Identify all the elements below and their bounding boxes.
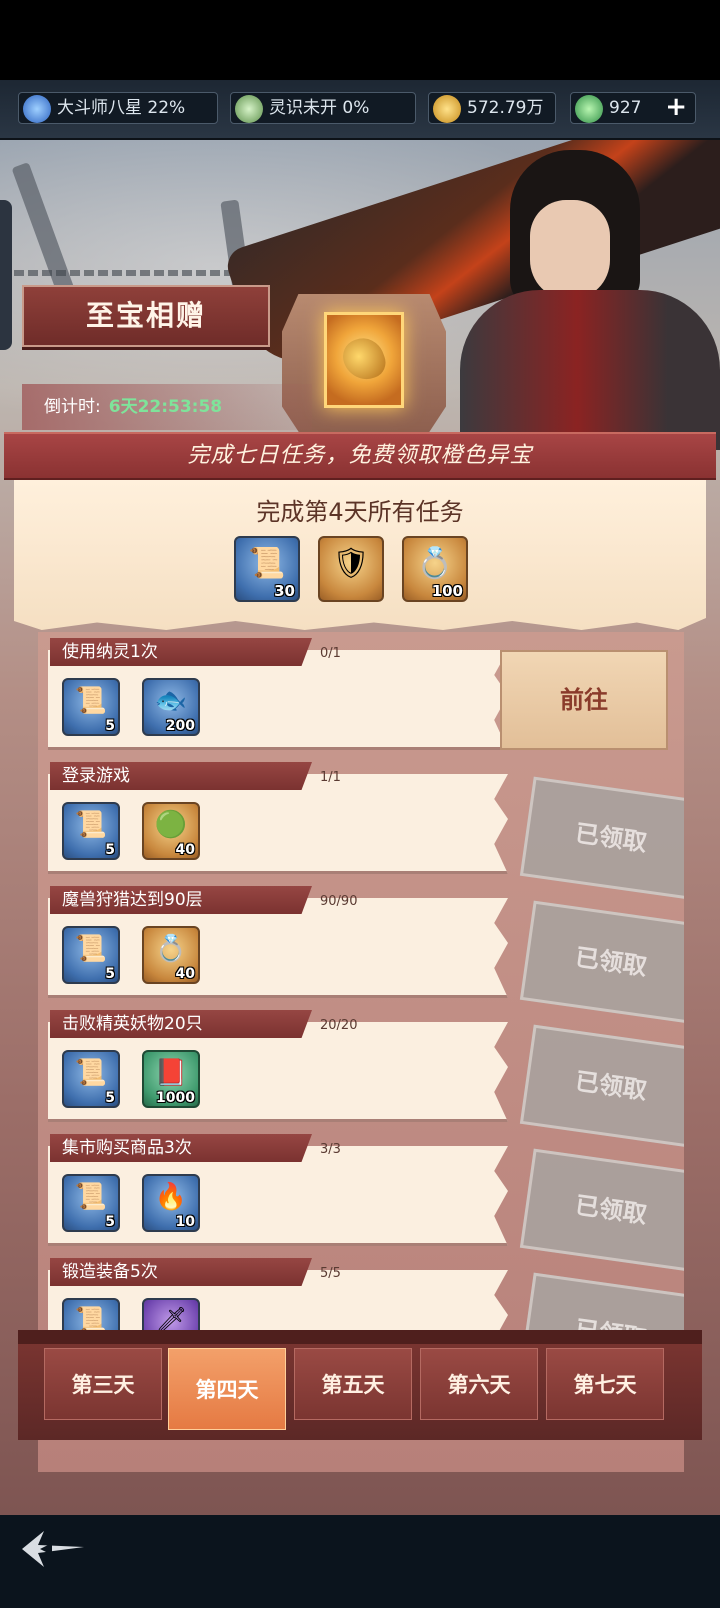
spirit-swirl-icon: [235, 95, 263, 123]
reward-count: 40: [175, 966, 195, 982]
task-progress: 3/3: [320, 1142, 341, 1157]
orange-artifact-icon: 🛡: [331, 546, 371, 581]
reward-count: 100: [431, 582, 463, 600]
scroll-icon: 📜: [74, 810, 108, 840]
reward-item-scroll[interactable]: 📜 30: [234, 536, 300, 602]
tab-day-6[interactable]: 第六天: [420, 1348, 538, 1420]
task-reward[interactable]: 🐟 200: [142, 678, 200, 736]
hero-portrait: [440, 140, 720, 450]
reward-count: 200: [165, 718, 195, 734]
task-name: 使用纳灵1次: [50, 638, 312, 666]
task-progress: 20/20: [320, 1018, 358, 1033]
tab-day-4[interactable]: 第四天: [168, 1348, 286, 1430]
pink-ring-icon: 💍: [154, 934, 188, 964]
countdown: 倒计时: 6天22:53:58: [22, 384, 312, 430]
tab-day-3[interactable]: 第三天: [44, 1348, 162, 1420]
blue-flame-icon: 🔥: [154, 1182, 188, 1212]
reward-count: 5: [105, 842, 115, 858]
bottom-bar: [0, 1515, 720, 1608]
task-progress: 0/1: [320, 646, 341, 661]
task-row: 集市购买商品3次 3/3 📜 5 🔥 10 已领取: [48, 1134, 684, 1272]
reward-count: 5: [105, 966, 115, 982]
jade-gem-icon: [575, 95, 603, 123]
task-reward[interactable]: 📜 5: [62, 1050, 120, 1108]
task-reward[interactable]: 📜 5: [62, 1174, 120, 1232]
tab-day-7[interactable]: 第七天: [546, 1348, 664, 1420]
gold-text: 572.79万: [467, 98, 544, 118]
event-scene: 至宝相赠 倒计时: 6天22:53:58 完成七日任务，免费领取橙色异宝 完成第4…: [0, 140, 720, 1515]
reward-count: 40: [175, 842, 195, 858]
task-reward[interactable]: 🔥 10: [142, 1174, 200, 1232]
task-name: 集市购买商品3次: [50, 1134, 312, 1162]
add-gems-button[interactable]: +: [665, 92, 687, 122]
event-ribbon: 完成七日任务，免费领取橙色异宝: [4, 432, 716, 480]
event-title: 至宝相赠: [22, 285, 270, 347]
reward-count: 5: [105, 1214, 115, 1230]
jade-ring-icon: 🟢: [154, 810, 188, 840]
claimed-stamp: 已领取: [519, 1024, 684, 1148]
countdown-value: 6天22:53:58: [108, 397, 223, 417]
task-reward[interactable]: 💍 40: [142, 926, 200, 984]
task-progress: 90/90: [320, 894, 358, 909]
side-drawer-handle[interactable]: [0, 200, 12, 350]
reward-count: 30: [274, 582, 295, 600]
task-row: 魔兽狩猎达到90层 90/90 📜 5 💍 40 已领取: [48, 886, 684, 1024]
day-reward-title: 完成第4天所有任务: [256, 498, 464, 526]
task-reward[interactable]: 📜 5: [62, 926, 120, 984]
task-reward[interactable]: 📜 5: [62, 678, 120, 736]
hero-armor: [460, 290, 720, 450]
task-row: 使用纳灵1次 0/1 📜 5 🐟 200 前往: [48, 638, 668, 750]
spirit-text: 灵识未开 0%: [269, 98, 370, 118]
scroll-icon: 📜: [74, 1182, 108, 1212]
reward-count: 1000: [156, 1090, 195, 1106]
resource-bar: 大斗师八星 22% 灵识未开 0% 572.79万 927 +: [0, 80, 720, 140]
back-icon[interactable]: [18, 1527, 88, 1571]
scroll-icon: 📜: [74, 934, 108, 964]
task-row: 击败精英妖物20只 20/20 📜 5 📕 1000 已领取: [48, 1010, 684, 1148]
scroll-icon: 📜: [248, 546, 286, 581]
reward-item-ring[interactable]: 💍 100: [402, 536, 468, 602]
goto-button[interactable]: 前往: [500, 650, 668, 750]
task-reward[interactable]: 📜 5: [62, 802, 120, 860]
tab-day-5[interactable]: 第五天: [294, 1348, 412, 1420]
gold-stat[interactable]: 572.79万: [428, 92, 556, 124]
task-name: 登录游戏: [50, 762, 312, 790]
task-name: 锻造装备5次: [50, 1258, 312, 1286]
gem-text: 927: [609, 98, 642, 118]
rank-stat[interactable]: 大斗师八星 22%: [18, 92, 218, 124]
task-name: 魔兽狩猎达到90层: [50, 886, 312, 914]
gem-stat[interactable]: 927 +: [570, 92, 696, 124]
top-margin: [0, 0, 720, 80]
task-reward[interactable]: 📕 1000: [142, 1050, 200, 1108]
task-progress: 5/5: [320, 1266, 341, 1281]
spirit-stat[interactable]: 灵识未开 0%: [230, 92, 416, 124]
hero-face: [530, 200, 610, 300]
crystal-fish-icon: 🐟: [154, 686, 188, 716]
reward-count: 5: [105, 718, 115, 734]
scroll-icon: 📜: [74, 686, 108, 716]
task-row: 登录游戏 1/1 📜 5 🟢 40 已领取: [48, 762, 684, 900]
reward-count: 10: [175, 1214, 195, 1230]
reward-count: 5: [105, 1090, 115, 1106]
reward-item-artifact[interactable]: 🛡: [318, 536, 384, 602]
pink-ring-icon: 💍: [416, 546, 454, 581]
task-progress: 1/1: [320, 770, 341, 785]
book-icon: 📕: [154, 1058, 188, 1088]
claimed-stamp: 已领取: [519, 900, 684, 1024]
day-tab-bar-rim: [18, 1330, 702, 1344]
blue-flame-icon: [23, 95, 51, 123]
claimed-stamp: 已领取: [519, 1148, 684, 1272]
gold-coin-icon: [433, 95, 461, 123]
claimed-stamp: 已领取: [519, 776, 684, 900]
task-reward[interactable]: 🟢 40: [142, 802, 200, 860]
task-name: 击败精英妖物20只: [50, 1010, 312, 1038]
countdown-label: 倒计时:: [44, 397, 101, 417]
rank-text: 大斗师八星 22%: [57, 98, 186, 118]
day-reward-panel: 完成第4天所有任务 📜 30 🛡 💍 100: [14, 480, 706, 630]
scroll-icon: 📜: [74, 1058, 108, 1088]
